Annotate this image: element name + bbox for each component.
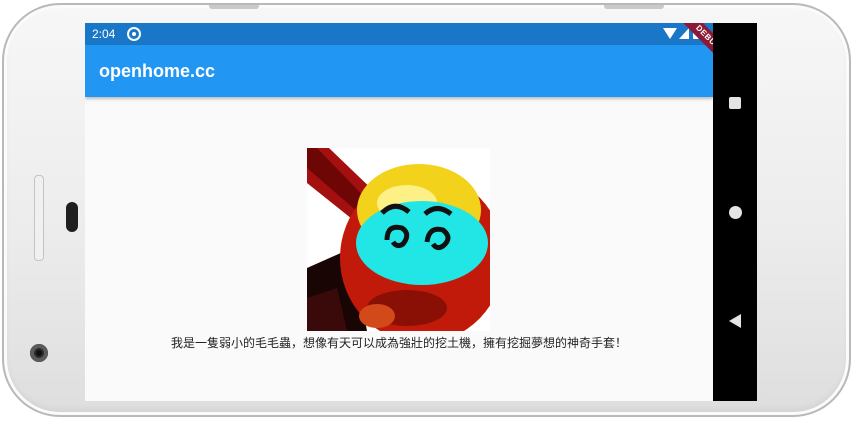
caterpillar-image (307, 148, 490, 331)
home-circle-icon[interactable] (729, 206, 742, 219)
cartoon-face-icon (307, 148, 490, 331)
front-camera (30, 344, 48, 362)
signal-icon (679, 28, 689, 39)
device-screen: 2:04 openhome.cc DEBUG 我是一隻弱小的毛毛蟲，想像有天可以… (85, 23, 757, 401)
recents-square-icon[interactable] (729, 97, 741, 109)
app-bar: openhome.cc (85, 45, 713, 97)
wifi-icon (663, 28, 677, 39)
back-triangle-icon[interactable] (729, 314, 741, 328)
status-time: 2:04 (92, 27, 116, 41)
volume-button (209, 5, 259, 9)
navigation-bar (713, 23, 757, 401)
power-button (604, 5, 664, 9)
sync-icon (127, 27, 141, 41)
caption-text: 我是一隻弱小的毛毛蟲，想像有天可以成為強壯的挖土機，擁有挖掘夢想的神奇手套！ (170, 336, 627, 350)
side-slot (34, 175, 44, 261)
page-title: openhome.cc (99, 61, 216, 81)
earpiece-speaker (66, 202, 78, 232)
status-bar: 2:04 (85, 23, 713, 45)
app-window: 2:04 openhome.cc DEBUG 我是一隻弱小的毛毛蟲，想像有天可以… (85, 23, 713, 401)
